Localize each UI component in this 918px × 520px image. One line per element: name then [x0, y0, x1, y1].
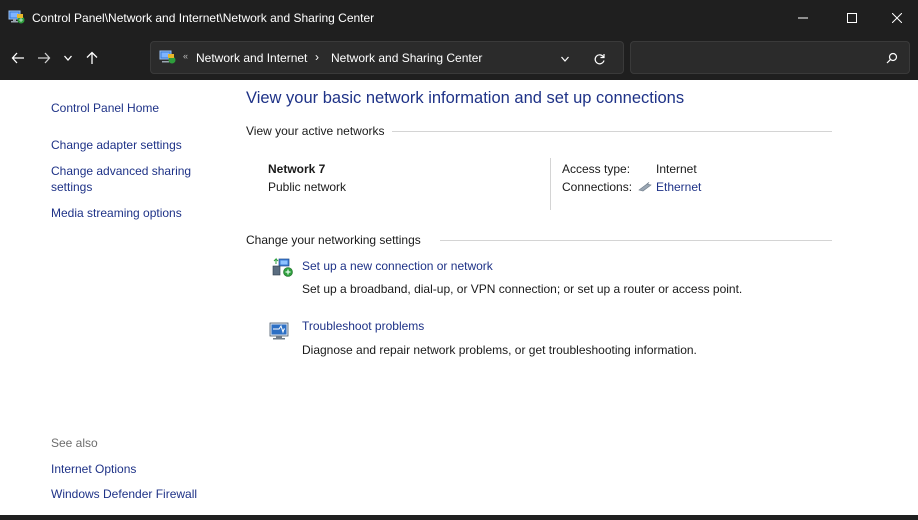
minimize-button[interactable]: [780, 0, 826, 36]
internet-options-link[interactable]: Internet Options: [51, 461, 136, 478]
active-networks-label: View your active networks: [246, 124, 385, 138]
left-task-pane: Control Panel Home Change adapter settin…: [0, 80, 232, 520]
window-bottom-edge: [0, 515, 918, 520]
title-bar: Control Panel\Network and Internet\Netwo…: [0, 0, 918, 36]
access-type-label: Access type:: [562, 162, 631, 176]
control-panel-home-link[interactable]: Control Panel Home: [51, 100, 159, 117]
network-category-link[interactable]: Public network: [268, 180, 346, 194]
ethernet-connection-link[interactable]: Ethernet: [638, 180, 701, 194]
connections-label: Connections:: [562, 180, 633, 194]
minimize-icon: [798, 17, 808, 19]
troubleshoot-icon: [269, 322, 289, 340]
section-divider: [440, 240, 832, 241]
address-history-dropdown[interactable]: [556, 50, 574, 68]
section-divider: [392, 131, 832, 132]
close-icon: [892, 13, 902, 23]
chevron-down-icon: [64, 55, 72, 61]
breadcrumb-separator[interactable]: ›: [315, 50, 319, 64]
change-advanced-sharing-settings-link-line2[interactable]: settings: [51, 179, 92, 196]
back-button[interactable]: [6, 46, 30, 70]
new-connection-icon: [272, 257, 293, 277]
refresh-button[interactable]: [590, 50, 608, 68]
ethernet-icon: [638, 182, 652, 192]
main-content: View your basic network information and …: [232, 80, 918, 520]
search-box[interactable]: [630, 41, 910, 74]
see-also-heading: See also: [51, 436, 98, 450]
change-advanced-sharing-settings-link[interactable]: Change advanced sharing: [51, 163, 191, 180]
search-input[interactable]: [637, 48, 877, 68]
page-title: View your basic network information and …: [246, 89, 685, 107]
network-info-divider: [550, 158, 551, 210]
maximize-icon: [847, 13, 857, 23]
breadcrumb-separator-icon: «: [183, 51, 189, 61]
up-button[interactable]: [80, 46, 104, 70]
media-streaming-options-link[interactable]: Media streaming options: [51, 205, 182, 222]
troubleshoot-problems-description: Diagnose and repair network problems, or…: [302, 343, 697, 357]
arrow-left-icon: [11, 52, 24, 64]
network-name: Network 7: [268, 162, 326, 176]
search-icon[interactable]: [885, 51, 899, 65]
network-sharing-center-window: Control Panel\Network and Internet\Netwo…: [0, 0, 918, 520]
change-adapter-settings-link[interactable]: Change adapter settings: [51, 137, 182, 154]
chevron-down-icon: [561, 56, 569, 62]
arrow-right-icon: [38, 52, 51, 64]
address-bar[interactable]: « Network and Internet › Network and Sha…: [150, 41, 624, 74]
maximize-button[interactable]: [829, 0, 875, 36]
setup-new-connection-description: Set up a broadband, dial-up, or VPN conn…: [302, 282, 743, 296]
recent-locations-button[interactable]: [56, 46, 80, 70]
network-center-icon: [8, 10, 25, 24]
troubleshoot-problems-link[interactable]: Troubleshoot problems: [302, 319, 424, 333]
refresh-icon: [594, 53, 605, 64]
breadcrumb-network-and-internet[interactable]: Network and Internet: [196, 51, 307, 65]
close-button[interactable]: [874, 0, 918, 36]
change-settings-label: Change your networking settings: [246, 233, 421, 247]
navigation-bar: « Network and Internet › Network and Sha…: [0, 36, 918, 80]
forward-button[interactable]: [32, 46, 56, 70]
network-center-icon: [159, 50, 176, 64]
setup-new-connection-link[interactable]: Set up a new connection or network: [302, 259, 493, 273]
ethernet-connection-label[interactable]: Ethernet: [656, 180, 701, 194]
window-title: Control Panel\Network and Internet\Netwo…: [32, 11, 375, 25]
windows-defender-firewall-link[interactable]: Windows Defender Firewall: [51, 486, 197, 503]
breadcrumb-network-and-sharing-center[interactable]: Network and Sharing Center: [331, 51, 482, 65]
arrow-up-icon: [86, 51, 98, 64]
access-type-value: Internet: [656, 162, 697, 176]
